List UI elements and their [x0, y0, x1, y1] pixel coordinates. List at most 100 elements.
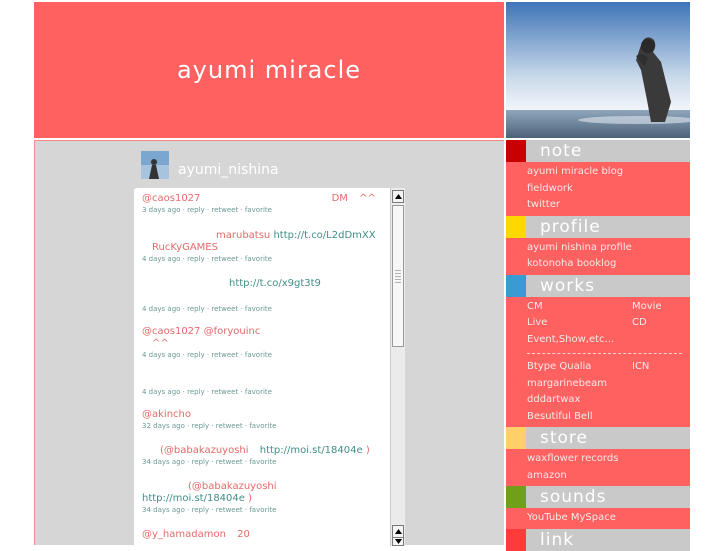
works-row: CM Movie — [527, 299, 690, 316]
nav-link[interactable]: fieldwork — [527, 181, 690, 198]
section-title: works — [540, 275, 595, 296]
tweet-meta[interactable]: 4 days ago · reply · retweet · favorite — [142, 350, 388, 360]
tweet-meta[interactable]: 4 days ago · reply · retweet · favorite — [142, 304, 388, 314]
section-profile-header: profile — [506, 215, 690, 238]
nav-link[interactable]: Event,Show,etc... — [527, 332, 690, 349]
works-row: Btype Qualia ICN — [527, 359, 690, 376]
widget-user: ayumi_nishina — [141, 151, 279, 179]
store-marker — [506, 427, 526, 449]
header-photo — [506, 2, 690, 138]
grip-line — [395, 273, 401, 274]
arrow-up-icon — [394, 194, 402, 199]
tweet-mention[interactable]: @akincho — [142, 409, 191, 420]
tweet: @caos1027 @foryouinc ^^ 4 days ago · rep… — [142, 326, 388, 360]
section-title: note — [540, 141, 583, 161]
nav-link[interactable]: margarinebeam — [527, 376, 690, 393]
tweet-text: ) — [248, 493, 253, 504]
tweet: (@babakazuyoshi http://moi.st/18404e ) 3… — [142, 445, 388, 467]
arrow-up-icon — [394, 529, 402, 534]
tweet-mention[interactable]: @caos1027 — [142, 326, 200, 337]
grip-line — [395, 270, 401, 271]
profile-marker — [506, 215, 526, 238]
nav-link[interactable]: Movie — [632, 299, 662, 316]
grip-line — [395, 276, 401, 277]
tweet: 4 days ago · reply · retweet · favorite — [142, 387, 388, 397]
twitter-widget: ayumi_nishina @caos1027 DM ^^ 3 days ago… — [34, 140, 504, 546]
tweet-link[interactable]: http://moi.st/18404e — [260, 445, 363, 456]
feed-scrollbar[interactable] — [390, 188, 405, 546]
tweet: (@babakazuyoshi http://moi.st/18404e ) 3… — [142, 481, 388, 515]
nav-link[interactable]: kotonoha booklog — [527, 256, 690, 273]
nav-link[interactable]: ICN — [632, 359, 649, 376]
tweet-link[interactable]: http://t.co/L2dDmXX — [273, 230, 375, 241]
section-profile: ayumi nishina profile kotonoha booklog — [506, 237, 690, 275]
tweet-text: DM — [331, 193, 348, 204]
note-marker — [506, 140, 526, 162]
site-title[interactable]: ayumi miracle — [177, 56, 361, 84]
tweet-meta[interactable]: 34 days ago · reply · retweet · favorite — [142, 505, 388, 515]
site-header: ayumi miracle — [34, 2, 504, 138]
scroll-up-button[interactable] — [392, 190, 404, 203]
nav-link[interactable]: CM — [527, 299, 632, 316]
tweet-text: ^^ — [359, 193, 376, 204]
tweet-mention[interactable]: @y_hamadamon — [142, 529, 226, 540]
nav-link[interactable]: CD — [632, 315, 647, 332]
grip-line — [395, 279, 401, 280]
section-works-header: works — [506, 274, 690, 297]
tweet: marubatsu http://t.co/L2dDmXX RucKyGAMES… — [142, 230, 388, 264]
tweet-meta[interactable]: 3 days ago · reply · retweet · favorite — [142, 205, 388, 215]
tweet-mention[interactable]: @foryouinc — [204, 326, 261, 337]
tweet-meta[interactable]: 4 days ago · reply · retweet · favorite — [142, 254, 388, 264]
nav-link[interactable]: twitter — [527, 197, 690, 214]
tweet-mention[interactable]: @caos1027 — [142, 193, 200, 204]
widget-username[interactable]: ayumi_nishina — [178, 162, 279, 178]
tweet-list: @caos1027 DM ^^ 3 days ago · reply · ret… — [134, 188, 390, 546]
section-sounds-header: sounds — [506, 486, 690, 508]
sidebar: note ayumi miracle blog fieldwork twitte… — [506, 140, 690, 551]
nav-link[interactable]: ayumi miracle blog — [527, 164, 690, 181]
avatar[interactable] — [141, 151, 169, 179]
nav-link[interactable]: YouTube MySpace — [527, 510, 690, 527]
link-marker — [506, 528, 526, 551]
tweet: @y_hamadamon 20 — [142, 529, 388, 541]
nav-link[interactable]: Live — [527, 315, 632, 332]
tweet-meta[interactable]: 4 days ago · reply · retweet · favorite — [142, 387, 388, 397]
sounds-marker — [506, 486, 526, 508]
tweet-text: ^^ — [152, 338, 169, 349]
tweet-link[interactable]: http://moi.st/18404e — [142, 493, 245, 504]
tweet-mention[interactable]: (@babakazuyoshi — [160, 445, 249, 456]
section-store: waxflower records amazon — [506, 449, 690, 486]
tweet: @akincho 32 days ago · reply · retweet ·… — [142, 409, 388, 431]
tweet-meta[interactable]: 34 days ago · reply · retweet · favorite — [142, 457, 388, 467]
tweet-link[interactable]: http://t.co/x9gt3t9 — [229, 278, 321, 289]
section-title: store — [540, 428, 588, 448]
section-store-header: store — [506, 427, 690, 449]
section-works: CM Movie Live CD Event,Show,etc... Btype… — [506, 296, 690, 427]
nav-link[interactable]: waxflower records — [527, 451, 690, 468]
section-note-header: note — [506, 140, 690, 162]
nav-link[interactable]: Btype Qualia — [527, 359, 632, 376]
nav-link[interactable]: Besutiful Bell — [527, 409, 690, 426]
tweet-text: 20 — [237, 529, 250, 540]
grip-line — [395, 282, 401, 283]
tweet-mention[interactable]: (@babakazuyoshi — [188, 481, 277, 492]
tweet-text: RucKyGAMES — [152, 242, 218, 253]
tweet: @caos1027 DM ^^ 3 days ago · reply · ret… — [142, 193, 388, 215]
works-row: Live CD — [527, 315, 690, 332]
works-marker — [506, 274, 526, 297]
nav-link[interactable]: ayumi nishina profile — [527, 240, 690, 257]
section-sounds: YouTube MySpace — [506, 508, 690, 529]
nav-link[interactable]: dddartwax — [527, 392, 690, 409]
section-link-header: link — [506, 528, 690, 551]
divider — [527, 353, 682, 354]
tweet: http://t.co/x9gt3t9 4 days ago · reply ·… — [142, 278, 388, 314]
section-title: profile — [540, 216, 601, 237]
tweet-text: ) — [365, 445, 370, 456]
seaside-photo — [506, 2, 690, 138]
tweet-text: marubatsu — [216, 230, 271, 241]
section-title: link — [540, 529, 575, 550]
section-title: sounds — [540, 487, 607, 507]
scroll-thumb[interactable] — [392, 205, 404, 347]
tweet-meta[interactable]: 32 days ago · reply · retweet · favorite — [142, 421, 388, 431]
nav-link[interactable]: amazon — [527, 468, 690, 485]
